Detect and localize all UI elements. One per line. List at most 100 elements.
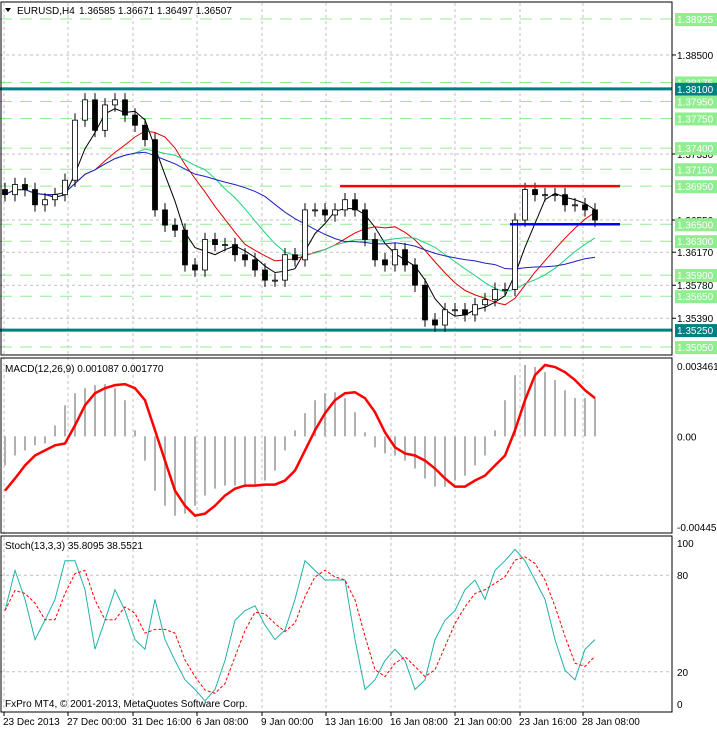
- candle[interactable]: [442, 309, 448, 326]
- candle[interactable]: [592, 209, 598, 221]
- candle[interactable]: [432, 319, 438, 326]
- candle[interactable]: [312, 209, 318, 212]
- candle[interactable]: [492, 289, 498, 301]
- stoch-signal-line: [4, 556, 596, 694]
- candle[interactable]: [112, 99, 118, 106]
- candle[interactable]: [292, 254, 298, 261]
- candle[interactable]: [222, 244, 228, 246]
- level-label: 1.35900: [677, 271, 714, 282]
- level-label: 1.35650: [677, 292, 714, 303]
- candle[interactable]: [262, 269, 268, 281]
- stoch-axis-label: 80: [677, 571, 689, 582]
- candle[interactable]: [42, 199, 48, 206]
- candle[interactable]: [532, 189, 538, 196]
- trend-lines[interactable]: [340, 184, 620, 226]
- candle[interactable]: [402, 249, 408, 266]
- candle[interactable]: [502, 289, 508, 291]
- candle[interactable]: [22, 184, 28, 190]
- candle[interactable]: [302, 209, 308, 261]
- candle[interactable]: [352, 199, 358, 211]
- stoch-axis-label: 20: [677, 668, 689, 679]
- candle[interactable]: [32, 189, 38, 206]
- candle[interactable]: [332, 209, 338, 216]
- candle[interactable]: [82, 99, 88, 121]
- candle[interactable]: [522, 189, 528, 221]
- price-tick-label: 1.38500: [677, 51, 714, 62]
- candle[interactable]: [342, 199, 348, 211]
- candle[interactable]: [142, 124, 148, 141]
- time-label: 31 Dec 16:00: [132, 717, 192, 728]
- candle[interactable]: [472, 304, 478, 316]
- level-label: 1.37950: [677, 98, 714, 109]
- candle[interactable]: [132, 114, 138, 126]
- time-label: 23 Dec 2013: [3, 717, 60, 728]
- chart-header: EURUSD,H4 1.36585 1.36671 1.36497 1.3650…: [5, 6, 232, 17]
- stoch-panel: 100 80 20 0: [0, 539, 694, 711]
- candle[interactable]: [372, 239, 378, 261]
- stoch-main-line: [4, 548, 596, 702]
- candle[interactable]: [232, 244, 238, 256]
- candle[interactable]: [52, 194, 58, 201]
- grid: [0, 3, 672, 711]
- candle[interactable]: [182, 229, 188, 266]
- level-label: 1.36500: [677, 220, 714, 231]
- time-label: 28 Jan 08:00: [582, 717, 640, 728]
- time-axis: 23 Dec 2013 27 Dec 00:00 31 Dec 16:00 6 Jan…: [3, 712, 640, 728]
- candle[interactable]: [72, 119, 78, 181]
- stoch-axis-label: 0: [677, 700, 683, 711]
- candle[interactable]: [272, 279, 278, 282]
- candle[interactable]: [562, 194, 568, 206]
- candle[interactable]: [452, 309, 458, 312]
- candle[interactable]: [252, 259, 258, 271]
- candle[interactable]: [2, 189, 8, 196]
- candle[interactable]: [412, 264, 418, 286]
- candle[interactable]: [212, 239, 218, 245]
- macd-axis-label: 0.00: [677, 432, 697, 443]
- triangle-down-icon[interactable]: [5, 8, 11, 12]
- candle[interactable]: [282, 254, 288, 281]
- candle[interactable]: [422, 284, 428, 321]
- candle[interactable]: [552, 194, 558, 197]
- candle[interactable]: [512, 219, 518, 290]
- candle[interactable]: [92, 99, 98, 131]
- macd-signal-line: [4, 363, 596, 518]
- candle[interactable]: [162, 209, 168, 226]
- candle[interactable]: [362, 209, 368, 240]
- candle[interactable]: [12, 184, 18, 196]
- candle[interactable]: [172, 224, 178, 231]
- macd-label: MACD(12,26,9) 0.001087 0.001770: [5, 364, 164, 375]
- ma-red-line: [4, 130, 596, 306]
- candle[interactable]: [382, 259, 388, 266]
- candle[interactable]: [322, 209, 328, 216]
- candle[interactable]: [572, 204, 578, 207]
- level-label: 1.36950: [677, 182, 714, 193]
- candle[interactable]: [62, 179, 68, 196]
- candle[interactable]: [152, 139, 158, 211]
- macd-axis-label: 0.003461: [677, 362, 717, 373]
- candle[interactable]: [462, 309, 468, 316]
- panel-frames: [0, 1, 673, 713]
- level-label: 1.37750: [677, 114, 714, 125]
- candle[interactable]: [542, 194, 548, 197]
- candle[interactable]: [122, 99, 128, 116]
- candle[interactable]: [102, 104, 108, 131]
- level-label: 1.37150: [677, 165, 714, 176]
- time-label: 23 Jan 16:00: [519, 717, 577, 728]
- candle[interactable]: [482, 299, 488, 306]
- level-label: 1.36300: [677, 237, 714, 248]
- candle[interactable]: [192, 264, 198, 271]
- candle[interactable]: [202, 239, 208, 271]
- time-label: 27 Dec 00:00: [67, 717, 127, 728]
- candle[interactable]: [242, 254, 248, 261]
- level-label: 1.38925: [677, 15, 714, 26]
- time-label: 13 Jan 16:00: [325, 717, 383, 728]
- time-label: 21 Jan 00:00: [454, 717, 512, 728]
- level-label: 1.37400: [677, 144, 714, 155]
- candle[interactable]: [392, 249, 398, 266]
- time-label: 6 Jan 08:00: [196, 717, 249, 728]
- time-label: 9 Jan 00:00: [261, 717, 314, 728]
- price-tick-label: 1.36170: [677, 248, 714, 259]
- trading-chart[interactable]: 0.003461 0.00 -0.004456 100 80 20 0 1.38925 1.…: [0, 0, 717, 729]
- price-tick-label: 1.35390: [677, 314, 714, 325]
- candle[interactable]: [582, 204, 588, 211]
